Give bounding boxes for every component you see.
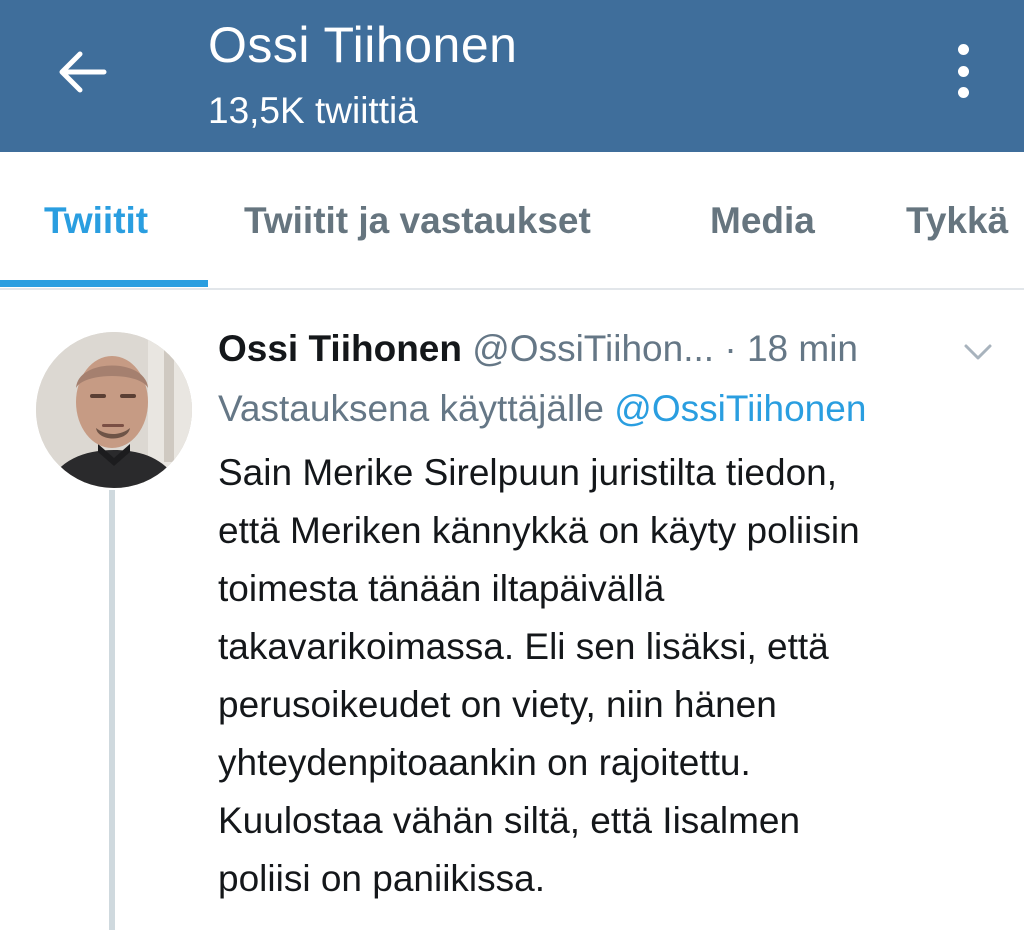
tweet-header: Ossi Tiihonen @OssiTiihon... · 18 min (218, 328, 858, 370)
tweet[interactable]: Ossi Tiihonen @OssiTiihon... · 18 min Va… (0, 292, 1024, 930)
more-vertical-icon-dot (957, 87, 969, 98)
tweet-text-line: takavarikoimassa. Eli sen lisäksi, että (218, 626, 829, 667)
tab-likes[interactable]: Tykkä (906, 200, 1008, 242)
tweet-text-line: toimesta tänään iltapäivällä (218, 568, 665, 609)
reply-mention-link[interactable]: @OssiTiihonen (614, 388, 866, 429)
reply-prefix: Vastauksena käyttäjälle (218, 388, 604, 429)
arrow-left-icon (59, 51, 107, 93)
tab-media[interactable]: Media (710, 200, 815, 242)
active-tab-indicator (0, 280, 208, 287)
tweet-text-line: Sain Merike Sirelpuun juristilta tiedon, (218, 452, 838, 493)
chevron-down-icon (964, 344, 992, 360)
tweet-text-line: poliisi on paniikissa. (218, 858, 546, 899)
tab-tweets[interactable]: Twiitit (44, 200, 148, 242)
reply-context: Vastauksena käyttäjälle @OssiTiihonen (218, 388, 866, 430)
app-header: Ossi Tiihonen 13,5K twiittiä (0, 0, 1024, 152)
avatar[interactable] (36, 332, 192, 488)
tweet-text-line: Kuulostaa vähän siltä, että Iisalmen (218, 800, 801, 841)
more-options-button[interactable] (940, 38, 986, 104)
tweet-menu-button[interactable] (958, 334, 998, 370)
tweet-text-line: että Meriken kännykkä on käyty poliisin (218, 510, 860, 551)
tweet-time[interactable]: 18 min (747, 328, 858, 369)
avatar-image (36, 332, 192, 488)
more-vertical-icon (957, 44, 969, 55)
thread-line (109, 490, 115, 930)
profile-title: Ossi Tiihonen (208, 17, 518, 73)
author-handle[interactable]: @OssiTiihon... (472, 328, 714, 369)
back-button[interactable] (52, 42, 112, 102)
author-name[interactable]: Ossi Tiihonen (218, 328, 462, 369)
tweet-text: Sain Merike Sirelpuun juristilta tiedon,… (218, 444, 1008, 908)
tweet-text-line: perusoikeudet on viety, niin hänen (218, 684, 777, 725)
tweet-text-line: yhteydenpitoaankin on rajoitettu. (218, 742, 751, 783)
tweet-count: 13,5K twiittiä (208, 90, 418, 131)
tab-tweets-and-replies[interactable]: Twiitit ja vastaukset (244, 200, 591, 242)
separator-dot: · (724, 328, 737, 369)
more-vertical-icon-dot (957, 65, 969, 77)
profile-tabs: Twiitit Twiitit ja vastaukset Media Tykk… (0, 152, 1024, 290)
